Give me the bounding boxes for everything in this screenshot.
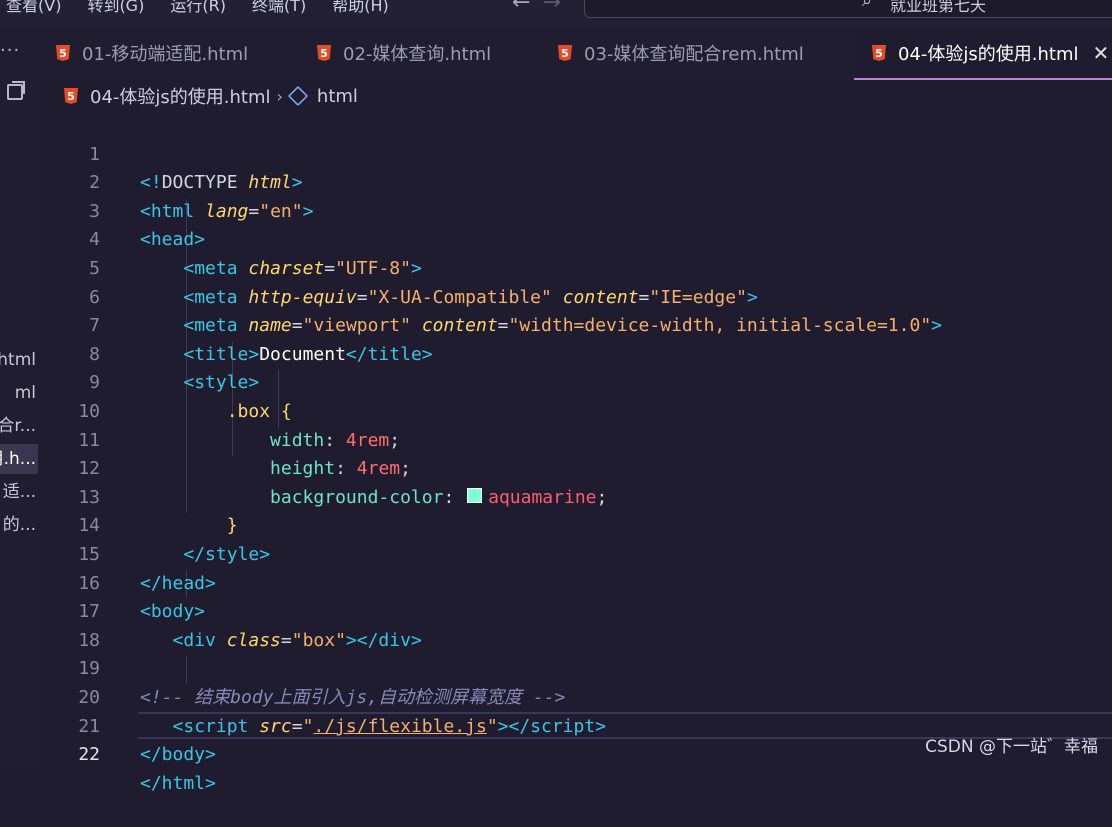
tab-04-js-usage[interactable]: 5 04-体验js的使用.html ✕: [854, 26, 1112, 80]
more-icon[interactable]: ···: [0, 40, 20, 61]
menu-bar: 查看(V) 转到(G) 运行(R) 终端(T) 帮助(H) ← → ⌕ 就业班第七…: [0, 0, 1112, 26]
code-text: </html>: [140, 772, 216, 794]
breadcrumb-file[interactable]: 04-体验js的使用.html: [90, 83, 271, 109]
code-line: 10 width: 4rem;: [38, 369, 1112, 451]
code-line: 2 <html lang="en">: [38, 141, 1112, 222]
tab-01-mobile-adapt[interactable]: 5 01-移动端适配.html: [56, 26, 248, 80]
sidebar-file-item[interactable]: ml: [0, 378, 38, 408]
nav-arrows: ← →: [512, 0, 573, 15]
sidebar-file-item[interactable]: 适...: [0, 477, 38, 507]
code-line: 5 <meta http-equiv="X-UA-Compatible" con…: [38, 226, 1112, 308]
sidebar-file-item[interactable]: 合r...: [0, 411, 38, 441]
explorer-sidebar: ··· html ml 合r... 用.h... 适... 的...: [0, 26, 38, 765]
tab-03-media-query-rem[interactable]: 5 03-媒体查询配合rem.html: [558, 26, 804, 80]
menu-view[interactable]: 查看(V): [6, 0, 61, 16]
code-line: 8 <style>: [38, 312, 1112, 394]
code-line: 3 <head>: [38, 169, 1112, 251]
code-line: 15 </head>: [38, 512, 1112, 594]
tab-label: 04-体验js的使用.html: [898, 44, 1079, 65]
html5-icon: 5: [872, 45, 886, 61]
code-line: 12 background-color: aquamarine;: [38, 427, 1112, 508]
search-workspace-text[interactable]: 就业班第七天: [890, 0, 986, 16]
code-line: 20 <script src="./js/flexible.js"></scri…: [38, 655, 1112, 737]
back-arrow-icon[interactable]: ←: [512, 0, 530, 15]
html5-icon: 5: [317, 45, 331, 61]
sidebar-file-item-active[interactable]: 用.h...: [0, 444, 38, 474]
tab-label: 02-媒体查询.html: [343, 44, 492, 65]
code-line: 1 <!DOCTYPE html>: [38, 112, 1112, 194]
code-line: 21 </body>: [38, 684, 1112, 766]
chevron-right-icon: ›: [276, 86, 283, 106]
sidebar-file-item[interactable]: 的...: [0, 510, 38, 540]
sidebar-file-item[interactable]: html: [0, 345, 38, 375]
code-line: 14 </style>: [38, 484, 1112, 565]
menu-items: 查看(V) 转到(G) 运行(R) 终端(T) 帮助(H): [6, 0, 415, 16]
breadcrumb: 5 04-体验js的使用.html › html: [64, 84, 358, 108]
code-line: 11 height: 4rem;: [38, 398, 1112, 480]
code-line: 7 <title>Document</title>: [38, 284, 1112, 365]
command-center-search[interactable]: [584, 0, 1112, 18]
code-line: 18: [38, 598, 1112, 651]
code-line: 16 <body>: [38, 541, 1112, 623]
close-icon[interactable]: ✕: [1093, 41, 1110, 65]
menu-terminal[interactable]: 终端(T): [252, 0, 306, 16]
code-editor[interactable]: 1 <!DOCTYPE html> 2 <html lang="en"> 3 <…: [38, 112, 1112, 794]
code-line: 13 }: [38, 455, 1112, 537]
watermark: CSDN @下一站゛幸福: [925, 737, 1098, 757]
search-icon: ⌕: [862, 0, 873, 11]
editor-tab-bar: 5 01-移动端适配.html 5 02-媒体查询.html 5 03-媒体查询…: [38, 26, 1112, 80]
tab-02-media-query[interactable]: 5 02-媒体查询.html: [317, 26, 491, 80]
code-line: 19 <!-- 结束body上面引入js,自动检测屏幕宽度 -->: [38, 627, 1112, 708]
tab-label: 03-媒体查询配合rem.html: [584, 44, 804, 65]
menu-run[interactable]: 运行(R): [170, 0, 226, 16]
code-text: </body>: [140, 744, 216, 766]
code-line: 9 .box {: [38, 341, 1112, 422]
breadcrumb-symbol[interactable]: html: [317, 86, 358, 107]
line-number: 22: [78, 744, 100, 766]
code-line: 6 <meta name="viewport" content="width=d…: [38, 255, 1112, 337]
tab-label: 01-移动端适配.html: [82, 44, 249, 65]
collapse-folders-icon[interactable]: [7, 81, 25, 100]
html5-icon: 5: [56, 45, 70, 61]
menu-go[interactable]: 转到(G): [87, 0, 144, 16]
html5-icon: 5: [64, 88, 78, 104]
code-line: 4 <meta charset="UTF-8">: [38, 198, 1112, 279]
html5-icon: 5: [558, 45, 572, 61]
cube-icon: [287, 85, 309, 107]
menu-help[interactable]: 帮助(H): [332, 0, 389, 16]
code-line: 17 <div class="box"></div>: [38, 570, 1112, 651]
forward-arrow-icon[interactable]: →: [542, 0, 560, 15]
